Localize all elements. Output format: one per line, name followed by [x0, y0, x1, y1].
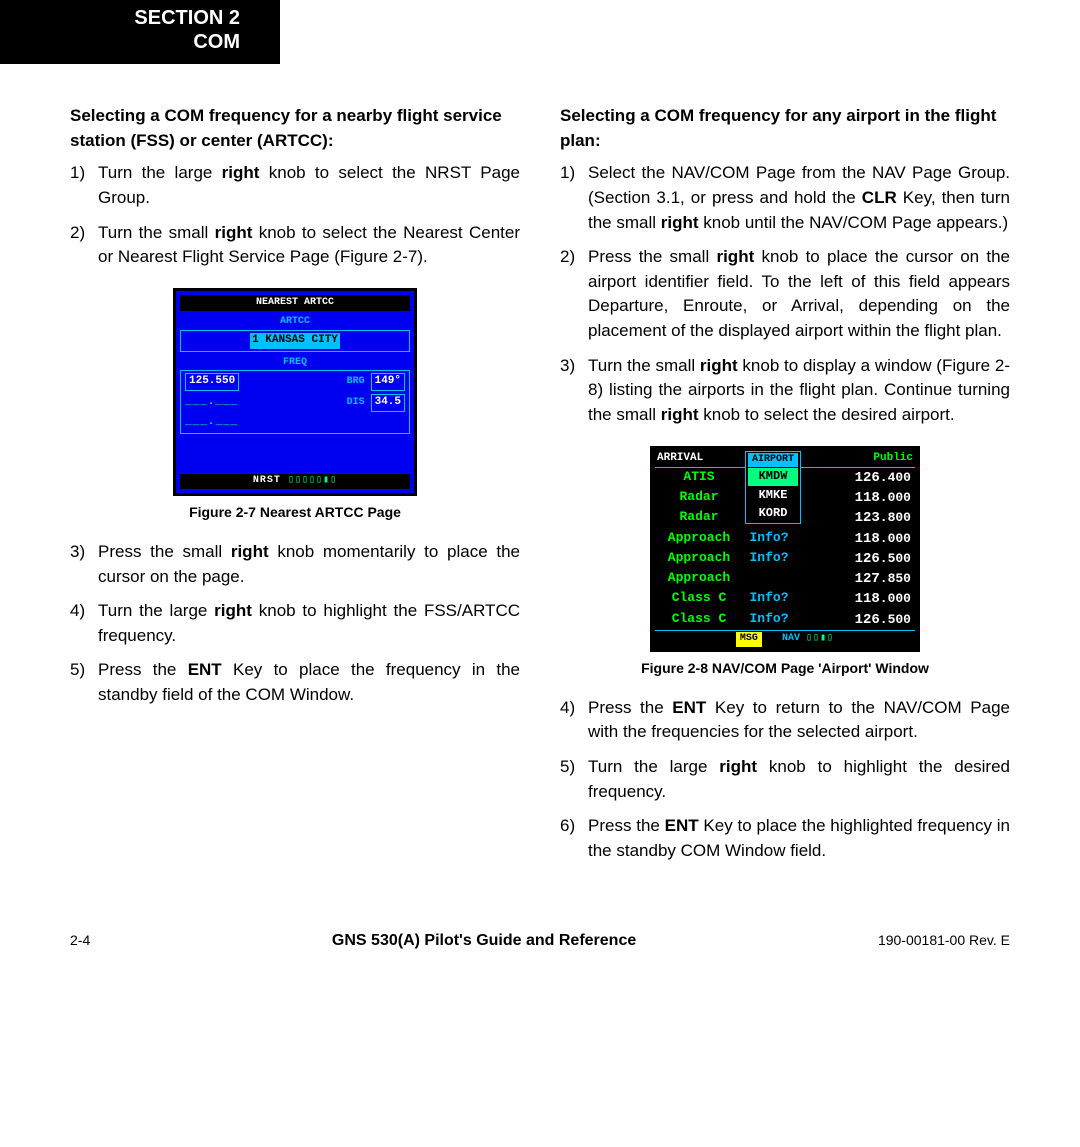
artcc-value: 1 KANSAS CITY	[250, 333, 340, 349]
nav-indicator: NAV ▯▯▮▯	[782, 632, 834, 647]
dis-value: 34.5	[371, 394, 405, 412]
brg-value: 149°	[371, 373, 405, 391]
footer-title: GNS 530(A) Pilot's Guide and Reference	[332, 932, 636, 950]
freq-box: 125.550 BRG 149° ___.___ DIS 34.5 ___.__…	[180, 370, 410, 434]
step-number: 2)	[560, 245, 588, 344]
section-header: SECTION 2 COM	[0, 0, 280, 64]
freq-row: Approach127.850	[655, 569, 915, 589]
step-number: 1)	[70, 161, 98, 210]
step-item: 1)Select the NAV/COM Page from the NAV P…	[560, 161, 1010, 235]
right-steps-2: 4)Press the ENT Key to return to the NAV…	[560, 696, 1010, 864]
airport-popup: AIRPORT KMDW KMKEKORD	[745, 451, 801, 525]
page-number: 2-4	[70, 932, 90, 948]
left-heading: Selecting a COM frequency for a nearby f…	[70, 104, 520, 153]
step-item: 2)Turn the small right knob to select th…	[70, 221, 520, 270]
step-text: Turn the large right knob to highlight t…	[588, 755, 1010, 804]
left-steps-2: 3)Press the small right knob momentarily…	[70, 540, 520, 708]
step-number: 5)	[560, 755, 588, 804]
screen-bottom: NRST ▯▯▯▯▯▮▯	[180, 474, 410, 489]
step-text: Press the ENT Key to place the frequency…	[98, 658, 520, 707]
step-item: 4)Turn the large right knob to highlight…	[70, 599, 520, 648]
step-number: 4)	[560, 696, 588, 745]
freq-value: 125.550	[185, 373, 239, 391]
step-number: 1)	[560, 161, 588, 235]
popup-options: KMDW KMKEKORD	[748, 468, 798, 522]
step-item: 1)Turn the large right knob to select th…	[70, 161, 520, 210]
step-text: Press the ENT Key to return to the NAV/C…	[588, 696, 1010, 745]
right-steps-1: 1)Select the NAV/COM Page from the NAV P…	[560, 161, 1010, 427]
step-text: Press the ENT Key to place the highlight…	[588, 814, 1010, 863]
step-item: 2)Press the small right knob to place th…	[560, 245, 1010, 344]
footer: 2-4 GNS 530(A) Pilot's Guide and Referen…	[0, 902, 1080, 970]
step-text: Select the NAV/COM Page from the NAV Pag…	[588, 161, 1010, 235]
step-number: 3)	[560, 354, 588, 428]
step-item: 4)Press the ENT Key to return to the NAV…	[560, 696, 1010, 745]
artcc-screen: NEAREST ARTCC ARTCC 1 KANSAS CITY FREQ 1…	[173, 288, 417, 496]
freq-row: Class CInfo?126.500	[655, 610, 915, 630]
step-number: 3)	[70, 540, 98, 589]
brg-label: BRG	[347, 375, 365, 390]
figure-2-7-caption: Figure 2-7 Nearest ARTCC Page	[70, 502, 520, 522]
artcc-label: ARTCC	[180, 315, 410, 330]
step-text: Turn the small right knob to display a w…	[588, 354, 1010, 428]
step-number: 6)	[560, 814, 588, 863]
step-text: Press the small right knob momentarily t…	[98, 540, 520, 589]
freq-row: Class CInfo?118.000	[655, 589, 915, 609]
step-number: 4)	[70, 599, 98, 648]
popup-option: KMDW	[748, 468, 798, 485]
popup-title: AIRPORT	[748, 453, 798, 468]
freq-row: ApproachInfo?118.000	[655, 529, 915, 549]
step-text: Turn the small right knob to select the …	[98, 221, 520, 270]
step-item: 3)Turn the small right knob to display a…	[560, 354, 1010, 428]
step-number: 2)	[70, 221, 98, 270]
dis-label: DIS	[347, 396, 365, 411]
artcc-box: 1 KANSAS CITY	[180, 330, 410, 352]
msg-indicator: MSG	[736, 632, 762, 647]
step-item: 3)Press the small right knob momentarily…	[70, 540, 520, 589]
figure-2-8-caption: Figure 2-8 NAV/COM Page 'Airport' Window	[560, 658, 1010, 678]
figure-2-8: ARRIVAL Public ATIS126.400Radar118.000Ra…	[560, 446, 1010, 678]
left-steps-1: 1)Turn the large right knob to select th…	[70, 161, 520, 270]
section-line1: SECTION 2	[30, 6, 240, 30]
step-item: 5)Turn the large right knob to highlight…	[560, 755, 1010, 804]
arrival-label: ARRIVAL	[657, 451, 703, 467]
navcom-screen: ARRIVAL Public ATIS126.400Radar118.000Ra…	[650, 446, 920, 652]
footer-rev: 190-00181-00 Rev. E	[878, 932, 1010, 948]
step-item: 5)Press the ENT Key to place the frequen…	[70, 658, 520, 707]
freq-label: FREQ	[180, 356, 410, 371]
step-text: Turn the large right knob to select the …	[98, 161, 520, 210]
step-text: Press the small right knob to place the …	[588, 245, 1010, 344]
figure-2-7: NEAREST ARTCC ARTCC 1 KANSAS CITY FREQ 1…	[70, 288, 520, 522]
right-column: Selecting a COM frequency for any airpor…	[560, 104, 1010, 882]
popup-option: KORD	[748, 505, 798, 522]
left-column: Selecting a COM frequency for a nearby f…	[70, 104, 520, 882]
freq-row: ApproachInfo?126.500	[655, 549, 915, 569]
freq-dashes2: ___.___	[185, 415, 238, 431]
main-content: Selecting a COM frequency for a nearby f…	[0, 64, 1080, 902]
section-line2: COM	[30, 30, 240, 54]
public-label: Public	[873, 451, 913, 467]
freq-dashes: ___.___	[185, 395, 238, 411]
screen-title: NEAREST ARTCC	[180, 295, 410, 312]
step-text: Turn the large right knob to highlight t…	[98, 599, 520, 648]
right-heading: Selecting a COM frequency for any airpor…	[560, 104, 1010, 153]
step-item: 6)Press the ENT Key to place the highlig…	[560, 814, 1010, 863]
popup-option: KMKE	[748, 487, 798, 504]
step-number: 5)	[70, 658, 98, 707]
